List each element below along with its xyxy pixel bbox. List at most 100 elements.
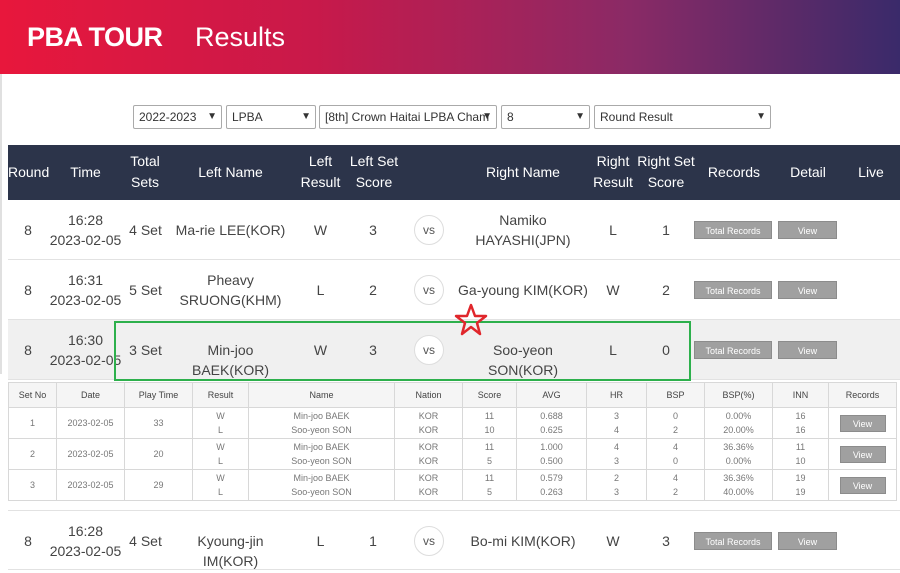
vs-badge: vs <box>414 335 444 365</box>
set-score: 11 5 <box>462 469 517 501</box>
set-no: 3 <box>8 469 57 501</box>
set-nation: KOR KOR <box>394 438 463 470</box>
p1-nation: KOR <box>418 411 439 421</box>
total-records-button[interactable]: Total Records <box>694 281 772 299</box>
set-name: Min-joo BAEK Soo-yeon SON <box>248 438 395 470</box>
p2-name: Soo-yeon SON <box>291 425 352 435</box>
p2-result: L <box>217 487 223 497</box>
set-inn: 19 19 <box>772 469 829 501</box>
set-avg: 0.688 0.625 <box>516 407 587 439</box>
set-play-time: 33 <box>124 407 193 439</box>
view-detail-button[interactable]: View <box>778 281 837 299</box>
p2-name: Soo-yeon SON <box>291 487 352 497</box>
p1-avg: 1.000 <box>540 442 563 452</box>
set-view-button[interactable]: View <box>839 445 886 463</box>
chevron-down-icon: ▼ <box>301 111 311 122</box>
set-no: 1 <box>8 407 57 439</box>
col-right-score-line2: Score <box>647 174 685 190</box>
left-score-cell: 3 <box>369 342 377 358</box>
p1-bsp: 4 <box>672 473 678 483</box>
p1-score: 11 <box>484 442 495 452</box>
p1-bsp-pct: 36.36% <box>723 442 754 452</box>
set-bsp-pct: 36.36% 0.00% <box>704 438 773 470</box>
league-value: LPBA <box>232 110 263 124</box>
sub-col-records: Records <box>828 382 897 408</box>
set-result: WL <box>192 438 249 470</box>
time-cell: 16:28 2023-02-05 <box>48 521 123 561</box>
set-bsp-pct: 0.00% 20.00% <box>704 407 773 439</box>
vs-badge: vs <box>414 275 444 305</box>
time-cell: 16:28 2023-02-05 <box>48 210 123 250</box>
match-row: 8 16:28 2023-02-05 4 Set Ma-rie LEE(KOR)… <box>8 200 900 260</box>
p1-name: Min-joo BAEK <box>293 442 350 452</box>
total-records-button[interactable]: Total Records <box>694 221 772 239</box>
set-records: View <box>828 407 897 439</box>
col-left-score-line2: Score <box>355 174 393 190</box>
set-view-button[interactable]: View <box>839 414 886 432</box>
col-right-result-line2: Result <box>593 174 633 190</box>
pba-tour-logo[interactable]: PBA TOUR <box>27 22 163 53</box>
total-records-button[interactable]: Total Records <box>694 532 772 550</box>
total-records-button[interactable]: Total Records <box>694 341 772 359</box>
left-name-cell: Kyoung-jin IM(KOR) <box>197 533 264 569</box>
col-time: Time <box>70 164 101 180</box>
time-cell: 16:31 2023-02-05 <box>48 270 123 310</box>
p2-score: 5 <box>486 456 492 466</box>
time-cell: 16:30 2023-02-05 <box>48 330 123 370</box>
view-detail-button[interactable]: View <box>778 341 837 359</box>
left-name-cell: Pheavy SRUONG(KHM) <box>173 270 288 310</box>
right-score-cell: 3 <box>662 533 670 549</box>
set-hr: 43 <box>586 438 647 470</box>
sub-col-avg: AVG <box>516 382 587 408</box>
round-cell: 8 <box>24 342 32 358</box>
sub-col-date: Date <box>56 382 125 408</box>
view-select[interactable]: Round Result ▼ <box>594 105 771 129</box>
league-select[interactable]: LPBA ▼ <box>226 105 316 129</box>
p1-bsp-pct: 36.36% <box>723 473 754 483</box>
sub-col-nation: Nation <box>394 382 463 408</box>
p2-hr: 3 <box>613 487 619 497</box>
season-select[interactable]: 2022-2023 ▼ <box>133 105 222 129</box>
right-score-cell: 2 <box>662 282 670 298</box>
p2-result: L <box>217 425 223 435</box>
set-view-button[interactable]: View <box>839 476 886 494</box>
p2-hr: 3 <box>613 456 619 466</box>
set-name: Min-joo BAEK Soo-yeon SON <box>248 407 395 439</box>
round-select[interactable]: 8 ▼ <box>501 105 590 129</box>
left-result-cell: L <box>316 282 325 298</box>
col-live: Live <box>858 164 884 180</box>
set-date: 2023-02-05 <box>56 407 125 439</box>
p2-score: 5 <box>486 487 492 497</box>
sub-col-bsp: BSP <box>646 382 705 408</box>
left-name-line2: SRUONG(KHM) <box>179 292 282 308</box>
p1-nation: KOR <box>418 473 439 483</box>
match-time: 16:28 <box>67 212 104 228</box>
p1-bsp-pct: 0.00% <box>725 411 752 421</box>
view-detail-button[interactable]: View <box>778 221 837 239</box>
view-detail-button[interactable]: View <box>778 532 837 550</box>
p1-result: W <box>216 411 225 421</box>
p2-bsp-pct: 0.00% <box>725 456 752 466</box>
set-detail-header: Set No Date Play Time Result Name Nation… <box>8 382 897 408</box>
set-nation: KOR KOR <box>394 407 463 439</box>
p1-nation: KOR <box>418 442 439 452</box>
star-annotation-icon <box>454 303 488 336</box>
col-left-set-score: Left Set Score <box>348 151 400 193</box>
right-result-cell: W <box>606 533 620 549</box>
p2-nation: KOR <box>418 487 439 497</box>
results-table-header: Round Time Total Sets Left Name Left Res… <box>8 145 900 200</box>
set-bsp-pct: 36.36% 40.00% <box>704 469 773 501</box>
round-cell: 8 <box>24 282 32 298</box>
header-banner: PBA TOUR Results <box>0 0 900 74</box>
left-name-line1: Pheavy <box>207 272 254 288</box>
set-row: 3 2023-02-05 29 WL Min-joo BAEK Soo-yeon … <box>8 469 897 501</box>
set-name: Min-joo BAEK Soo-yeon SON <box>248 469 395 501</box>
sub-col-set-no: Set No <box>8 382 57 408</box>
p1-hr: 2 <box>613 473 619 483</box>
match-date: 2023-02-05 <box>49 292 122 308</box>
tournament-select[interactable]: [8th] Crown Haitai LPBA Cham ▼ <box>319 105 497 129</box>
match-row: 8 16:28 2023-02-05 4 Set Kyoung-jin IM(K… <box>8 510 900 570</box>
page-title: Results <box>195 22 286 52</box>
col-records: Records <box>707 164 761 180</box>
p1-score: 11 <box>484 411 495 421</box>
